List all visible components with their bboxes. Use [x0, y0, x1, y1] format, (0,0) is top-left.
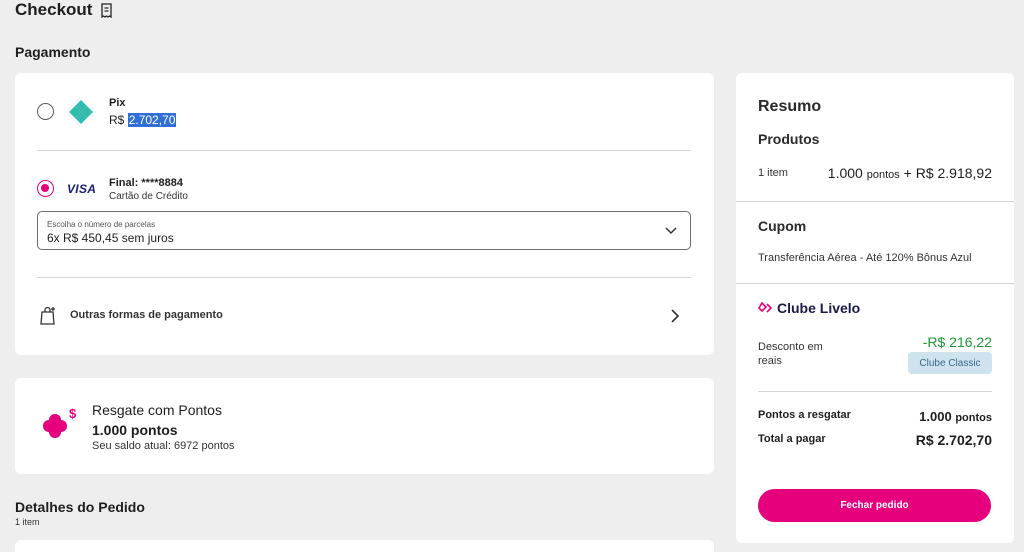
coupon-label: Cupom: [758, 218, 807, 234]
divider: [758, 391, 992, 392]
points-icon: $: [43, 406, 77, 438]
card-final: Final: ****8884: [109, 177, 183, 189]
svg-text:$: $: [69, 406, 77, 421]
products-label: Produtos: [758, 131, 820, 147]
chevron-right-icon: [671, 309, 680, 323]
redeem-points-value: 1.000 pontos: [919, 409, 992, 424]
divider: [37, 277, 691, 278]
shopping-bag-icon: [40, 306, 55, 325]
pix-icon: [69, 100, 93, 124]
summary-card: Resumo Produtos 1 item 1.000 pontos + R$…: [736, 73, 1014, 543]
points-unit: pontos: [866, 169, 900, 181]
redeem-points-label: Pontos a resgatar: [758, 409, 851, 421]
discount-label: Desconto em reais: [758, 341, 823, 367]
payment-section-title: Pagamento: [15, 44, 91, 60]
clube-livelo-icon: [758, 301, 773, 313]
page-title: Checkout: [15, 0, 113, 20]
summary-title: Resumo: [758, 98, 822, 115]
other-payment-label: Outras formas de pagamento: [70, 309, 223, 321]
price-rest: + R$ 2.918,92: [903, 165, 992, 181]
chevron-down-icon: [665, 227, 677, 235]
pix-radio[interactable]: [37, 103, 54, 120]
redeem-points: 1.000 pontos: [92, 422, 178, 438]
clube-livelo: Clube Livelo: [758, 300, 860, 316]
divider: [736, 283, 1014, 284]
visa-logo: VISA: [67, 182, 97, 196]
redeem-card: $ Resgate com Pontos 1.000 pontos Seu sa…: [15, 378, 714, 474]
order-details-title: Detalhes do Pedido: [15, 499, 145, 515]
installments-label: Escolha o número de parcelas: [47, 220, 156, 229]
checkout-title: Checkout: [15, 0, 93, 19]
pix-title: Pix: [109, 97, 126, 109]
club-badge: Clube Classic: [908, 352, 992, 374]
payment-card: Pix R$ 2.702,70 VISA Final: ****8884 Car…: [15, 73, 714, 355]
installments-value: 6x R$ 450,45 sem juros: [47, 231, 174, 245]
discount-value: -R$ 216,22: [922, 334, 992, 350]
pix-amount: R$ 2.702,70: [109, 113, 177, 127]
installments-select[interactable]: Escolha o número de parcelas 6x R$ 450,4…: [37, 211, 691, 250]
redeem-title: Resgate com Pontos: [92, 402, 222, 418]
card-radio[interactable]: [37, 180, 54, 197]
coupon-value: Transferência Aérea - Até 120% Bônus Azu…: [758, 252, 972, 264]
divider: [736, 201, 1014, 202]
redeem-points-number: 1.000: [919, 409, 952, 424]
total-value: R$ 2.702,70: [915, 432, 992, 448]
card-type: Cartão de Crédito: [109, 191, 188, 202]
total-label: Total a pagar: [758, 433, 826, 445]
redeem-balance: Seu saldo atual: 6972 pontos: [92, 440, 235, 452]
points-value: 1.000: [827, 165, 863, 181]
pix-amount-value: 2.702,70: [127, 113, 177, 127]
divider: [37, 150, 691, 151]
other-payment-row[interactable]: Outras formas de pagamento: [15, 293, 714, 339]
order-details-count: 1 item: [15, 517, 40, 527]
redeem-points-unit: pontos: [955, 412, 992, 424]
products-price: 1.000 pontos + R$ 2.918,92: [828, 165, 992, 181]
clube-livelo-label: Clube Livelo: [777, 300, 861, 316]
pix-currency: R$: [109, 113, 125, 127]
products-items: 1 item: [758, 167, 788, 179]
close-order-button[interactable]: Fechar pedido: [758, 489, 991, 522]
receipt-icon: [101, 2, 113, 18]
order-details-card: [15, 540, 714, 552]
